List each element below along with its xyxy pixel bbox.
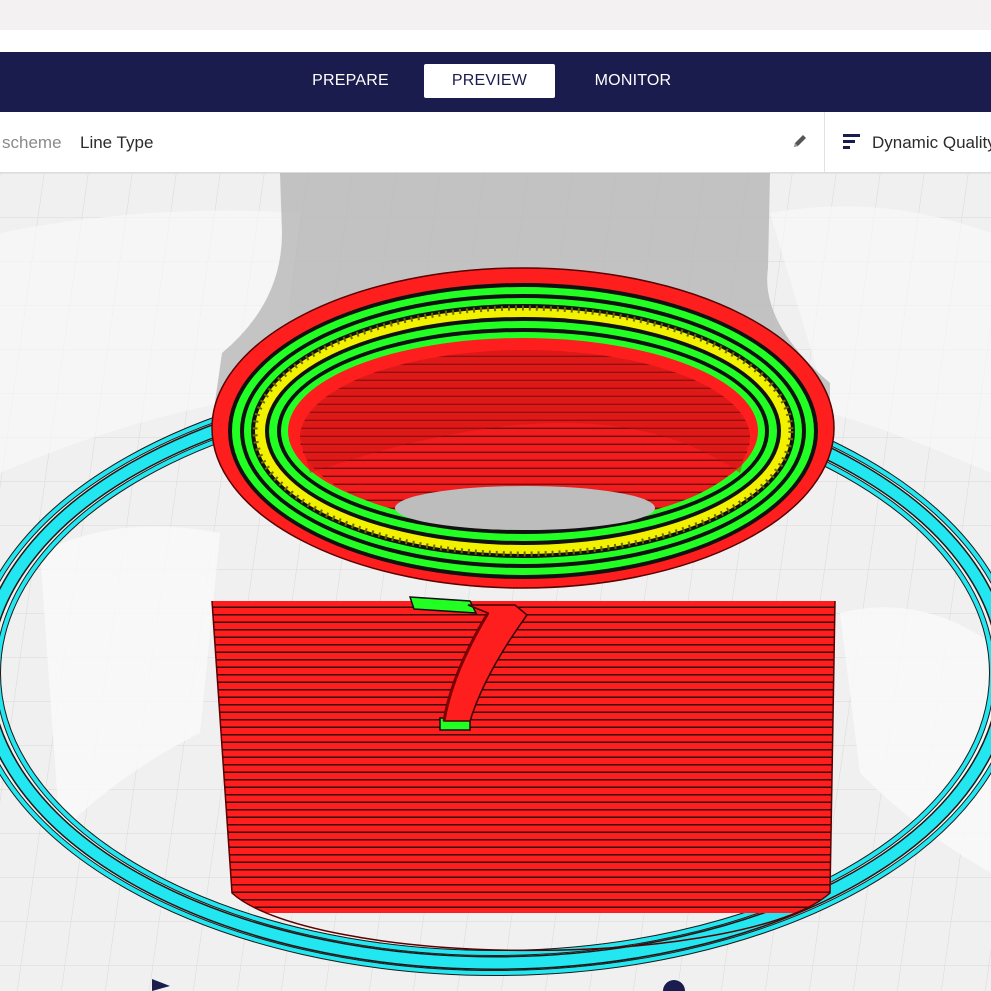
- pencil-icon[interactable]: [792, 133, 808, 149]
- 3d-viewport[interactable]: [0, 173, 991, 991]
- tab-preview[interactable]: PREVIEW: [424, 64, 555, 98]
- print-profile-label[interactable]: Dynamic Quality: [872, 133, 991, 153]
- color-scheme-dropdown[interactable]: Line Type: [80, 133, 153, 153]
- color-scheme-label: scheme: [2, 133, 62, 152]
- window-top-gap: [0, 30, 991, 52]
- printed-model: [211, 267, 836, 952]
- window-top-strip: [0, 0, 991, 30]
- tab-prepare[interactable]: PREPARE: [288, 64, 413, 98]
- print-settings-icon[interactable]: [843, 134, 861, 150]
- view-settings-bar: scheme Line Type Dynamic Quality: [0, 112, 991, 173]
- tab-monitor[interactable]: MONITOR: [567, 64, 699, 98]
- stage-menu: PREPARE PREVIEW MONITOR: [0, 52, 991, 112]
- toolbar-divider: [824, 112, 825, 172]
